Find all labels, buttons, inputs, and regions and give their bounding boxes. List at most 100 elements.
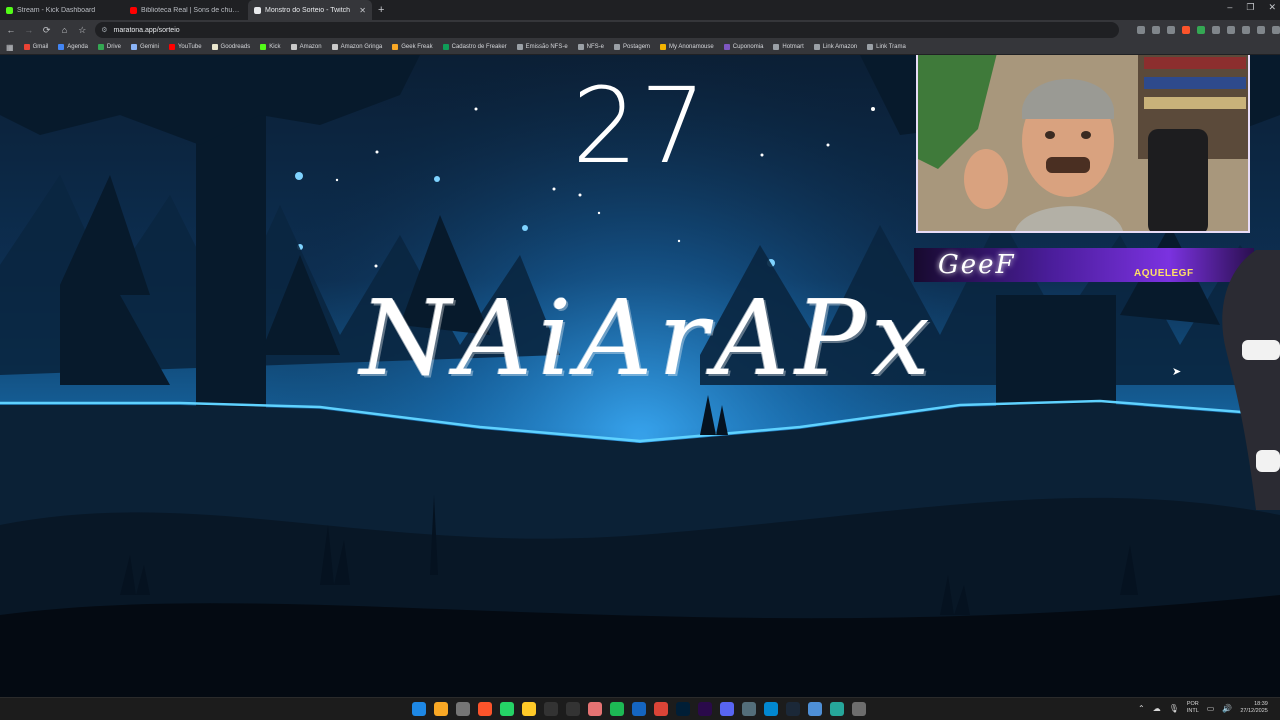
settings-taskbar-icon[interactable] (456, 702, 470, 716)
cloud-icon[interactable]: ☁ (1153, 704, 1161, 713)
minimize-button[interactable]: – (1227, 2, 1232, 13)
bookmark-item[interactable]: Cuponomia (723, 44, 763, 50)
bookmark-item[interactable]: NFS-e (577, 44, 605, 50)
bookmark-item[interactable]: Amazon Gringa (331, 44, 382, 50)
chrome-taskbar-icon[interactable] (654, 702, 668, 716)
app-taskbar-icon[interactable] (632, 702, 646, 716)
menu-icon[interactable] (1272, 26, 1280, 34)
app-taskbar-icon[interactable] (808, 702, 822, 716)
bookmark-item[interactable]: Link Amazon (813, 44, 857, 50)
extension-icon[interactable] (1167, 26, 1175, 34)
photos-taskbar-icon[interactable] (764, 702, 778, 716)
bookmark-item[interactable]: Gemini (130, 44, 159, 50)
microphone-icon[interactable]: 🎙 (1169, 704, 1179, 713)
system-tray: ⌃ ☁ 🎙 POR INTL ▭ 🔊 18:39 27/12/2025 (1138, 701, 1268, 715)
x-taskbar-icon[interactable] (544, 702, 558, 716)
bookmark-item[interactable]: Drive (97, 44, 121, 50)
browser-tab[interactable]: Stream - Kick Dashboard (0, 0, 124, 20)
extension-icon[interactable] (1212, 26, 1220, 34)
back-button[interactable]: ← (6, 25, 16, 35)
app-taskbar-icon[interactable] (588, 702, 602, 716)
bookmark-item[interactable]: My Anonamouse (660, 44, 714, 50)
bookmark-label: Kick (269, 44, 281, 50)
apps-grid-icon[interactable]: ▦ (6, 43, 14, 52)
bookmark-favicon-icon (331, 44, 338, 50)
browser-tab[interactable]: Monstro do Sorteio - Twitch ✕ (248, 0, 372, 20)
bookmark-item[interactable]: Postagem (614, 44, 650, 50)
close-window-button[interactable]: ✕ (1268, 2, 1276, 13)
tab-close-icon[interactable]: ✕ (359, 6, 366, 15)
reload-button[interactable]: ⟳ (42, 25, 52, 36)
volume-icon[interactable]: 🔊 (1222, 704, 1232, 713)
capcut-taskbar-icon[interactable] (566, 702, 580, 716)
display-icon[interactable]: ▭ (1207, 704, 1215, 713)
brave-shield-icon[interactable] (1182, 26, 1190, 34)
notes-taskbar-icon[interactable] (522, 702, 536, 716)
app-taskbar-icon[interactable] (852, 702, 866, 716)
extension-icon[interactable] (1197, 26, 1205, 34)
bookmark-label: Amazon (299, 44, 322, 50)
bookmark-item[interactable]: Geek Freak (392, 44, 433, 50)
bookmark-item[interactable]: Gmail (23, 44, 48, 50)
streamer-video-image (918, 55, 1248, 231)
bookmark-label: Drive (106, 44, 121, 50)
extension-icon[interactable] (1257, 26, 1265, 34)
bookmark-item[interactable]: Goodreads (211, 44, 250, 50)
bookmark-item[interactable]: Emissão NFS-e (516, 44, 568, 50)
tab-title: Monstro do Sorteio - Twitch (265, 6, 351, 14)
bookmark-item[interactable]: Hotmart (773, 44, 804, 50)
bookmark-item[interactable]: Kick (260, 44, 281, 50)
obs-taskbar-icon[interactable] (830, 702, 844, 716)
bookmark-favicon-icon (97, 44, 104, 50)
bookmark-label: Agenda (67, 44, 88, 50)
bookmark-item[interactable]: Agenda (58, 44, 88, 50)
bookmark-favicon-icon (130, 44, 137, 50)
discord-taskbar-icon[interactable] (720, 702, 734, 716)
premiere-taskbar-icon[interactable] (698, 702, 712, 716)
language-code: POR (1186, 701, 1199, 707)
forward-button[interactable]: → (24, 25, 34, 35)
zoom-icon[interactable] (1152, 26, 1160, 34)
bookmark-favicon-icon (58, 44, 65, 50)
chevron-up-icon[interactable]: ⌃ (1138, 704, 1145, 713)
extension-icon[interactable] (1242, 26, 1250, 34)
mascot-monster-image (1222, 250, 1280, 510)
new-tab-button[interactable]: + (378, 4, 384, 16)
bookmark-label: My Anonamouse (669, 44, 714, 50)
brave-taskbar-icon[interactable] (478, 702, 492, 716)
steam-taskbar-icon[interactable] (786, 702, 800, 716)
language-indicator[interactable]: POR INTL (1187, 701, 1199, 715)
extension-icon[interactable] (1137, 26, 1145, 34)
bookmark-item[interactable]: Amazon (290, 44, 322, 50)
bookmark-label: Gemini (139, 44, 159, 50)
stream-overlay-banner: GeeF AQUELEGF (914, 248, 1254, 282)
spotify-taskbar-icon[interactable] (610, 702, 624, 716)
app-taskbar-icon[interactable] (742, 702, 756, 716)
bookmark-favicon-icon (23, 44, 30, 50)
bookmark-label: NFS-e (586, 44, 605, 50)
tab-title: Stream - Kick Dashboard (17, 6, 96, 14)
clock[interactable]: 18:39 27/12/2025 (1240, 701, 1268, 715)
bookmark-favicon-icon (516, 44, 523, 50)
whatsapp-taskbar-icon[interactable] (500, 702, 514, 716)
bookmark-star-icon[interactable]: ☆ (77, 25, 87, 36)
bookmark-favicon-icon (773, 44, 780, 50)
bookmark-favicon-icon (168, 44, 175, 50)
site-info-icon[interactable]: ⚙ (101, 26, 107, 34)
window-controls: – ❐ ✕ (1227, 2, 1276, 13)
bookmark-label: Link Trama (876, 44, 906, 50)
bookmark-item[interactable]: Link Trama (867, 44, 906, 50)
url-bar[interactable]: ⚙ maratona.app/sorteio (95, 22, 1119, 38)
browser-tab[interactable]: Biblioteca Real | Sons de chuva e tro... (124, 0, 248, 20)
bookmark-item[interactable]: Cadastro de Freaker (442, 44, 507, 50)
maximize-button[interactable]: ❐ (1246, 2, 1254, 13)
photoshop-taskbar-icon[interactable] (676, 702, 690, 716)
home-button[interactable]: ⌂ (60, 25, 70, 35)
mouse-cursor-icon: ➤ (1172, 366, 1182, 378)
bookmark-label: YouTube (177, 44, 202, 50)
extension-icon[interactable] (1227, 26, 1235, 34)
start-taskbar-icon[interactable] (412, 702, 426, 716)
bookmark-item[interactable]: YouTube (168, 44, 202, 50)
explorer-taskbar-icon[interactable] (434, 702, 448, 716)
keyboard-layout: INTL (1186, 708, 1199, 714)
